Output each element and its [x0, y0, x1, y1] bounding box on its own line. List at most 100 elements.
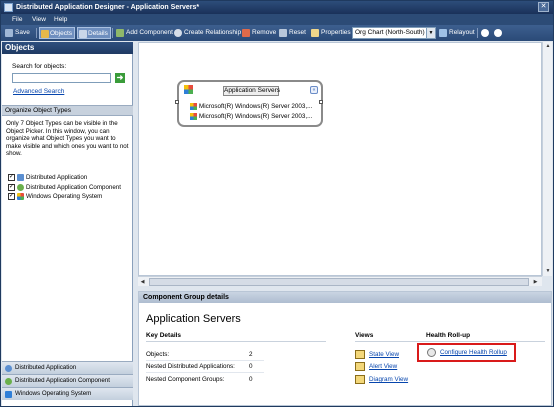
object-type-label: Windows Operating System [26, 193, 103, 200]
nav-distributed-application[interactable]: Distributed Application [2, 361, 133, 374]
save-button[interactable]: Save [5, 27, 30, 39]
key-detail-label: Nested Distributed Applications: [146, 363, 235, 370]
layout-select[interactable]: Org Chart (North-South) ▼ [352, 27, 436, 39]
advanced-search-link[interactable]: Advanced Search [13, 88, 64, 95]
windows-logo-icon [190, 113, 197, 120]
nav-label: Distributed Application Component [15, 377, 110, 384]
divider [146, 372, 264, 373]
app-window: Distributed Application Designer - Appli… [0, 0, 554, 407]
horizontal-scrollbar[interactable]: ◀ ▶ [138, 276, 542, 286]
close-icon[interactable]: ✕ [538, 2, 549, 12]
distributed-application-icon [17, 174, 24, 181]
zoom-in-icon [481, 29, 489, 37]
menu-file[interactable]: File [12, 15, 22, 24]
nav-distributed-application-component[interactable]: Distributed Application Component [2, 374, 133, 387]
object-picker-nav: Distributed Application Distributed Appl… [2, 361, 133, 400]
type-checkbox[interactable]: ✓ [8, 183, 15, 191]
vertical-scrollbar[interactable]: ▲ ▼ [542, 42, 552, 276]
objects-button[interactable]: Objects [39, 27, 76, 39]
scroll-down-icon[interactable]: ▼ [543, 267, 553, 276]
remove-label: Remove [252, 29, 277, 36]
diagram-view-link[interactable]: Diagram View [355, 375, 408, 384]
component-icon [17, 183, 24, 191]
remove-button[interactable]: Remove [242, 27, 276, 39]
alert-view-link[interactable]: Alert View [355, 362, 398, 371]
group-member[interactable]: Microsoft(R) Windows(R) Server 2003,... [190, 112, 312, 121]
view-link-label: State View [369, 351, 399, 358]
health-rollup-highlight: Configure Health Rollup [417, 343, 516, 362]
toolbar-separator [36, 28, 37, 38]
group-member-label: Microsoft(R) Windows(R) Server 2003,... [199, 113, 313, 120]
alert-view-icon [355, 362, 365, 371]
search-go-icon[interactable]: ➜ [115, 73, 125, 83]
details-label: Details [88, 30, 108, 37]
windows-logo-icon [190, 103, 197, 110]
details-header: Component Group details [139, 292, 551, 303]
group-title: Application Servers [223, 86, 280, 96]
chevron-down-icon[interactable]: ▼ [426, 28, 435, 38]
nav-label: Windows Operating System [15, 390, 92, 397]
resize-handle[interactable] [175, 100, 179, 104]
objects-icon [41, 30, 49, 38]
title-bar: Distributed Application Designer - Appli… [1, 1, 553, 14]
window-title: Distributed Application Designer - Appli… [16, 4, 200, 11]
create-relationship-button[interactable]: Create Relationship [174, 27, 241, 39]
component-icon [5, 378, 12, 385]
toolbar-separator [112, 28, 113, 38]
create-relationship-label: Create Relationship [184, 29, 242, 36]
collapse-icon[interactable]: « [310, 86, 318, 94]
zoom-out-button[interactable] [494, 27, 504, 39]
add-component-button[interactable]: Add Component [116, 27, 173, 39]
relationship-icon [174, 29, 182, 37]
remove-icon [242, 29, 250, 37]
scroll-right-icon[interactable]: ▶ [531, 277, 540, 287]
search-input[interactable] [12, 73, 111, 83]
nav-windows-operating-system[interactable]: Windows Operating System [2, 387, 133, 400]
key-detail-value: 0 [249, 376, 253, 383]
reset-button[interactable]: Reset [279, 27, 306, 39]
view-link-label: Alert View [369, 363, 398, 370]
divider [146, 341, 326, 342]
health-heading: Health Roll-up [426, 332, 471, 339]
group-member[interactable]: Microsoft(R) Windows(R) Server 2003,... [190, 102, 312, 111]
scroll-left-icon[interactable]: ◀ [138, 277, 147, 287]
menu-help[interactable]: Help [54, 15, 67, 24]
properties-button[interactable]: Properties [311, 27, 351, 39]
properties-label: Properties [321, 29, 351, 36]
divider [146, 360, 264, 361]
views-heading: Views [355, 332, 374, 339]
reset-label: Reset [289, 29, 306, 36]
scrollbar-thumb[interactable] [149, 278, 529, 286]
details-title: Application Servers [146, 313, 241, 325]
menu-view[interactable]: View [32, 15, 46, 24]
state-view-link[interactable]: State View [355, 350, 399, 359]
details-pane: Component Group details Application Serv… [138, 291, 552, 406]
divider [355, 341, 545, 342]
properties-icon [311, 29, 319, 37]
type-checkbox[interactable]: ✓ [8, 193, 15, 200]
toolbar-separator [477, 28, 478, 38]
details-button[interactable]: Details [77, 27, 111, 39]
organize-header: Organize Object Types [2, 105, 133, 116]
relayout-label: Relayout [449, 29, 475, 36]
add-component-icon [116, 29, 124, 37]
group-member-label: Microsoft(R) Windows(R) Server 2003,... [199, 103, 313, 110]
component-group[interactable]: Application Servers « Microsoft(R) Windo… [175, 80, 323, 127]
diagram-canvas[interactable] [138, 42, 542, 276]
type-checkbox[interactable]: ✓ [8, 174, 15, 181]
configure-health-rollup-link[interactable]: Configure Health Rollup [427, 348, 507, 357]
save-icon [5, 29, 13, 37]
key-detail-label: Nested Component Groups: [146, 376, 225, 383]
resize-handle[interactable] [319, 100, 323, 104]
health-link-label: Configure Health Rollup [440, 349, 507, 356]
zoom-out-icon [494, 29, 502, 37]
diagram-view-icon [355, 375, 365, 384]
relayout-button[interactable]: Relayout [439, 27, 475, 39]
windows-logo-icon [184, 85, 193, 94]
zoom-in-button[interactable] [481, 27, 491, 39]
key-detail-label: Objects: [146, 351, 170, 358]
details-icon [79, 30, 87, 38]
layout-select-value: Org Chart (North-South) [355, 29, 425, 36]
scroll-up-icon[interactable]: ▲ [543, 42, 553, 51]
save-label: Save [15, 29, 30, 36]
